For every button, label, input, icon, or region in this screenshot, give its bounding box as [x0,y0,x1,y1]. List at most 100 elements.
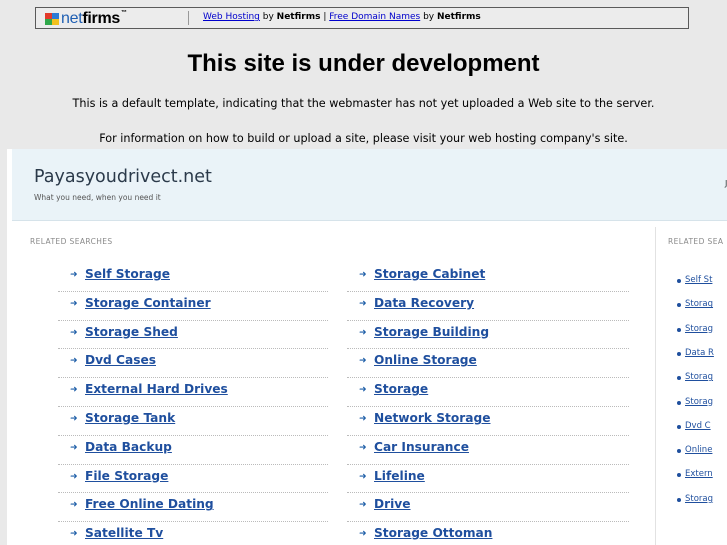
related-search-item: ➜ Network Storage [347,411,629,440]
related-search-link[interactable]: Online Storage [374,353,477,367]
sidebar-related-link[interactable]: Online [685,445,712,455]
related-search-link[interactable]: Storage Building [374,325,489,339]
banner-links: Web Hosting by Netfirms | Free Domain Na… [203,12,481,22]
dotted-divider [347,348,629,350]
related-search-item: ➜ Data Backup [58,440,328,469]
sidebar-related-link[interactable]: Self St [685,275,712,285]
dotted-divider [58,377,328,379]
bullet-icon [677,449,681,454]
arrow-icon: ➜ [70,500,78,511]
notice-text: This is a default template, indicating t… [72,97,655,110]
arrow-icon: ➜ [359,471,367,482]
dotted-divider [347,377,629,379]
sidebar-divider [655,227,656,545]
related-search-item: ➜ Car Insurance [347,440,629,469]
dotted-divider [58,463,328,465]
related-search-link[interactable]: External Hard Drives [85,382,228,396]
web-hosting-link[interactable]: Web Hosting [203,12,260,22]
related-search-link[interactable]: Data Backup [85,440,172,454]
site-tagline: What you need, when you need it [34,193,161,202]
related-search-item: ➜ Satellite Tv [58,526,328,545]
dotted-divider [58,290,328,292]
related-search-item: ➜ Storage [347,382,629,411]
netfirms-banner: netfirms™ Web Hosting by Netfirms | Free… [35,7,689,29]
bullet-icon [677,473,681,478]
arrow-icon: ➜ [359,270,367,280]
bullet-icon [677,327,681,332]
banner-divider [188,11,189,25]
parked-header: Payasyoudrivect.net What you need, when … [12,149,727,221]
netfirms-flag-icon [45,13,59,25]
related-search-item: ➜ Storage Shed [58,325,328,354]
sidebar-related-link[interactable]: Storag [685,494,713,504]
bullet-icon [677,303,681,308]
related-search-item: ➜ File Storage [58,469,328,498]
related-search-link[interactable]: Storage [374,382,428,396]
related-search-link[interactable]: Self Storage [85,267,170,281]
page-title: This site is under development [187,50,540,77]
banner-by-text: by [259,12,277,22]
site-name: Payasyoudrivect.net [34,167,212,187]
related-searches-right-column: ➜ Storage Cabinet ➜ Data Recovery ➜ Storage B… [347,267,629,545]
dotted-divider [347,290,629,292]
related-search-item: ➜ Self Storage [58,267,328,296]
dotted-divider [58,434,328,436]
arrow-icon: ➜ [359,385,367,396]
related-search-item: ➜ Storage Cabinet [347,267,629,296]
related-search-link[interactable]: Storage Tank [85,411,175,425]
banner-brand: Netfirms [436,12,481,22]
logo-net-text: net [61,10,83,27]
related-searches-label: RELATED SEARCHES [30,237,113,246]
arrow-icon: ➜ [70,270,78,280]
dotted-divider [58,405,328,407]
sidebar-related-link[interactable]: Storag [685,397,713,407]
related-search-link[interactable]: Lifeline [374,469,425,483]
logo-trademark: ™ [120,10,127,16]
related-search-link[interactable]: Network Storage [374,411,490,425]
related-search-item: ➜ Online Storage [347,353,629,382]
sidebar-related-link[interactable]: Storag [685,299,713,309]
arrow-icon: ➜ [359,356,367,367]
dotted-divider [347,492,629,494]
dotted-divider [347,521,629,523]
related-search-item: ➜ Storage Container [58,296,328,325]
related-search-link[interactable]: Data Recovery [374,296,474,310]
arrow-icon: ➜ [70,298,78,309]
sidebar-related-link[interactable]: Dvd C [685,421,711,431]
banner-by-text: by [420,12,437,22]
dotted-divider [347,319,629,321]
related-search-link[interactable]: Satellite Tv [85,526,163,540]
arrow-icon: ➜ [70,413,78,424]
sidebar-related-link[interactable]: Extern [685,469,713,479]
dotted-divider [58,319,328,321]
related-search-link[interactable]: Storage Ottoman [374,526,492,540]
related-search-link[interactable]: File Storage [85,469,168,483]
netfirms-logo[interactable]: netfirms™ [45,10,127,28]
dotted-divider [347,434,629,436]
related-searches-left-column: ➜ Self Storage ➜ Storage Container ➜ Storage … [58,267,328,545]
bullet-icon [677,497,681,502]
related-search-link[interactable]: Drive [374,497,411,511]
arrow-icon: ➜ [70,356,78,367]
arrow-icon: ➜ [359,327,367,338]
sidebar-related-link[interactable]: Data R [685,348,714,358]
sidebar-related-link[interactable]: Storag [685,372,713,382]
arrow-icon: ➜ [70,327,78,338]
bullet-icon [677,279,681,283]
related-search-link[interactable]: Storage Container [85,296,211,310]
related-search-link[interactable]: Car Insurance [374,440,469,454]
arrow-icon: ➜ [359,413,367,424]
arrow-icon: ➜ [70,385,78,396]
related-search-item: ➜ Dvd Cases [58,353,328,382]
dotted-divider [58,348,328,350]
related-search-link[interactable]: Dvd Cases [85,353,156,367]
free-domain-names-link[interactable]: Free Domain Names [329,12,420,22]
related-search-link[interactable]: Storage Shed [85,325,178,339]
related-search-link[interactable]: Storage Cabinet [374,267,485,281]
sidebar-related-link[interactable]: Storag [685,324,713,334]
related-search-link[interactable]: Free Online Dating [85,497,214,511]
bullet-icon [677,376,681,381]
dotted-divider [58,521,328,523]
related-search-item: ➜ Data Recovery [347,296,629,325]
bullet-icon [677,351,681,356]
